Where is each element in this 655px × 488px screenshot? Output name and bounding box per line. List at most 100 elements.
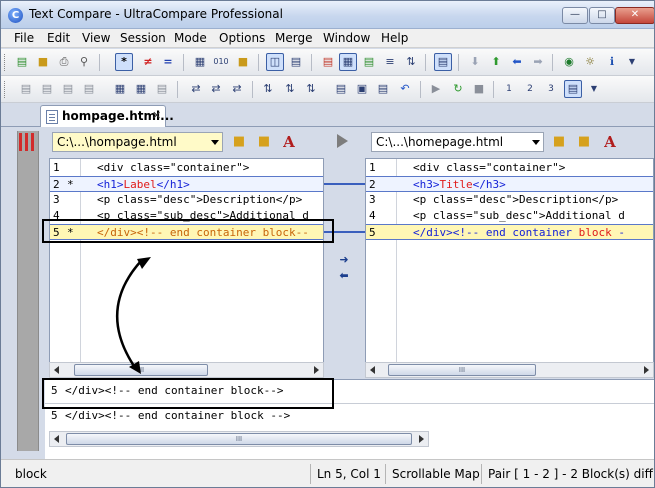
pane-1-icon[interactable]: 1 bbox=[500, 80, 518, 98]
right-file-path-combo[interactable]: C:\...\homepage.html bbox=[371, 132, 544, 152]
all-lines-icon[interactable]: * bbox=[115, 53, 133, 71]
recent-folder-icon-right[interactable]: ■ bbox=[575, 133, 593, 151]
ignore-whitespace-icon[interactable]: ≡ bbox=[381, 53, 399, 71]
recent-folder-icon[interactable]: ■ bbox=[255, 133, 273, 151]
right-horizontal-scrollbar[interactable]: III bbox=[365, 362, 654, 378]
last-diff-icon[interactable]: ➡ bbox=[529, 53, 547, 71]
menu-view[interactable]: View bbox=[82, 31, 110, 45]
folder-compare-icon[interactable]: ■ bbox=[234, 53, 252, 71]
status-bar: block Ln 5, Col 1 Scrollable Map Pair [ … bbox=[1, 459, 654, 487]
scroll-left-icon[interactable] bbox=[54, 435, 59, 443]
first-diff-icon[interactable]: ⬅ bbox=[508, 53, 526, 71]
merge-left-icon[interactable]: ▤ bbox=[319, 53, 337, 71]
info-icon[interactable]: ℹ bbox=[603, 53, 621, 71]
merge-left-arrow-icon[interactable]: ⬅ bbox=[337, 270, 351, 281]
right-file-path: C:\...\homepage.html bbox=[376, 135, 504, 149]
line-numbers-icon[interactable]: ▦ bbox=[339, 53, 357, 71]
compare-play-icon[interactable] bbox=[337, 134, 348, 148]
compare-bar-icon[interactable]: ▤ bbox=[564, 80, 582, 98]
scroll-right-icon[interactable] bbox=[644, 366, 649, 374]
menu-window[interactable]: Window bbox=[323, 31, 370, 45]
maximize-button[interactable]: □ bbox=[589, 7, 615, 24]
vertical-split-icon[interactable]: ◫ bbox=[266, 53, 284, 71]
pane-2-icon[interactable]: 2 bbox=[521, 80, 539, 98]
binary-compare-icon[interactable]: 010 bbox=[212, 53, 230, 71]
toolbar-2-options-icon[interactable]: ▼ bbox=[589, 80, 599, 98]
menu-file[interactable]: File bbox=[14, 31, 34, 45]
save-right-icon[interactable]: ▤ bbox=[374, 80, 392, 98]
swap-files-icon[interactable]: ⇅ bbox=[402, 53, 420, 71]
merge-line-left-icon[interactable]: ▤ bbox=[59, 80, 77, 98]
document-tab[interactable]: hompage.html... ✕ bbox=[40, 105, 174, 128]
web-globe-icon[interactable]: ◉ bbox=[560, 53, 578, 71]
previous-diff-icon[interactable]: ⬆ bbox=[487, 53, 505, 71]
line-compare-scrollbar[interactable]: III bbox=[49, 431, 429, 447]
export-icon[interactable]: ▤ bbox=[153, 80, 171, 98]
menu-help[interactable]: Help bbox=[381, 31, 408, 45]
window-title: Text Compare - UltraCompare Professional bbox=[29, 7, 283, 21]
left-horizontal-scrollbar[interactable]: III bbox=[49, 362, 324, 378]
open-file-icon-right[interactable]: ■ bbox=[550, 133, 568, 151]
menu-merge[interactable]: Merge bbox=[275, 31, 312, 45]
merge-toolbar: ▤ ▤ ▤ ▤ ▦ ▦ ▤ ⇄ ⇄ ⇄ ⇅ ⇅ ⇅ ▤ ▣ ▤ ↶ ▶ ↻ ■ … bbox=[1, 76, 654, 103]
copy-block-right-icon[interactable]: ⇄ bbox=[207, 80, 225, 98]
chevron-down-icon[interactable] bbox=[211, 140, 219, 145]
horizontal-split-icon[interactable]: ▤ bbox=[287, 53, 305, 71]
close-window-button[interactable]: ✕ bbox=[615, 7, 654, 24]
text-compare-icon[interactable]: ▦ bbox=[191, 53, 209, 71]
merge-all-left-icon[interactable]: ▤ bbox=[17, 80, 35, 98]
menu-edit[interactable]: Edit bbox=[47, 31, 70, 45]
show-matches-icon[interactable]: = bbox=[159, 53, 177, 71]
copy-lines-icon[interactable]: ⇄ bbox=[228, 80, 246, 98]
print-icon[interactable]: ⎙ bbox=[55, 53, 73, 71]
show-differences-icon[interactable]: ≠ bbox=[139, 53, 157, 71]
title-bar: C Text Compare - UltraCompare Profession… bbox=[1, 1, 654, 29]
new-session-icon[interactable]: ▤ bbox=[13, 53, 31, 71]
undo-icon[interactable]: ↶ bbox=[396, 80, 414, 98]
save-merge-icon[interactable]: ▤ bbox=[360, 53, 378, 71]
scroll-thumb[interactable]: III bbox=[388, 364, 536, 376]
menu-session[interactable]: Session bbox=[120, 31, 166, 45]
document-map[interactable] bbox=[17, 131, 39, 451]
left-editor[interactable]: 1 <div class="container"> 2 * <h1>Label<… bbox=[49, 158, 324, 378]
run-compare-icon[interactable]: ▶ bbox=[427, 80, 445, 98]
refresh-icon[interactable]: ↻ bbox=[449, 80, 467, 98]
toolbar-grip-2[interactable] bbox=[4, 81, 7, 98]
scroll-left-icon[interactable] bbox=[370, 366, 375, 374]
grid-view-icon[interactable]: ▦ bbox=[132, 80, 150, 98]
open-file-icon[interactable]: ■ bbox=[230, 133, 248, 151]
merge-right-arrow-icon[interactable]: ➜ bbox=[337, 254, 351, 265]
toolbar-options-icon[interactable]: ▼ bbox=[627, 53, 637, 71]
stop-icon[interactable]: ■ bbox=[470, 80, 488, 98]
scroll-right-icon[interactable] bbox=[419, 435, 424, 443]
print-preview-icon[interactable]: ⚲ bbox=[75, 53, 93, 71]
font-icon[interactable]: A bbox=[280, 133, 298, 151]
next-diff-icon[interactable]: ⬇ bbox=[466, 53, 484, 71]
save-left-icon[interactable]: ▤ bbox=[332, 80, 350, 98]
pane-3-icon[interactable]: 3 bbox=[542, 80, 560, 98]
close-tab-icon[interactable]: ✕ bbox=[152, 109, 161, 122]
right-editor[interactable]: 1 <div class="container"> 2 <h3>Title</h… bbox=[365, 158, 654, 378]
menu-mode[interactable]: Mode bbox=[174, 31, 207, 45]
scroll-left-icon[interactable] bbox=[54, 366, 59, 374]
table-view-icon[interactable]: ▦ bbox=[111, 80, 129, 98]
scroll-right-icon[interactable] bbox=[314, 366, 319, 374]
replace-block-icon[interactable]: ⇅ bbox=[302, 80, 320, 98]
merge-all-right-icon[interactable]: ▤ bbox=[38, 80, 56, 98]
tools-icon[interactable]: ☼ bbox=[581, 53, 599, 71]
scroll-thumb[interactable]: III bbox=[74, 364, 208, 376]
font-icon-right[interactable]: A bbox=[601, 133, 619, 151]
chevron-down-icon[interactable] bbox=[532, 140, 540, 145]
scroll-thumb[interactable]: III bbox=[66, 433, 412, 445]
insert-block-icon[interactable]: ⇅ bbox=[259, 80, 277, 98]
open-folder-icon[interactable]: ■ bbox=[34, 53, 52, 71]
delete-block-icon[interactable]: ⇅ bbox=[281, 80, 299, 98]
merge-line-right-icon[interactable]: ▤ bbox=[80, 80, 98, 98]
sync-scroll-icon[interactable]: ▤ bbox=[434, 53, 452, 71]
left-file-path-combo[interactable]: C:\...\hompage.html bbox=[52, 132, 223, 152]
copy-block-left-icon[interactable]: ⇄ bbox=[187, 80, 205, 98]
save-icon[interactable]: ▣ bbox=[353, 80, 371, 98]
toolbar-grip[interactable] bbox=[4, 54, 7, 71]
minimize-button[interactable]: — bbox=[562, 7, 588, 24]
menu-options[interactable]: Options bbox=[219, 31, 265, 45]
